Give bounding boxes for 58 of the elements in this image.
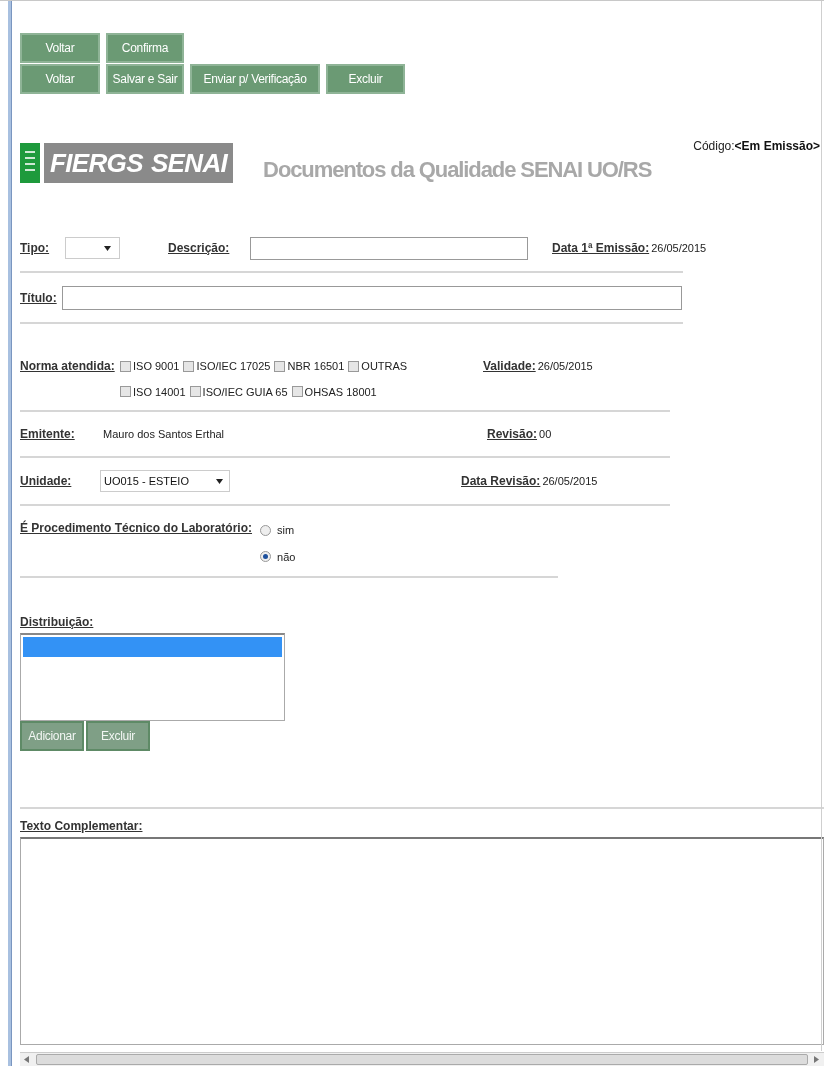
- field-value: Mauro dos Santos Erthal: [103, 426, 226, 442]
- field-label: Revisão:: [487, 426, 538, 443]
- checkbox[interactable]: [120, 386, 131, 398]
- field-label: Descrição:: [168, 240, 231, 257]
- distribution-list[interactable]: [20, 633, 285, 721]
- field-value: 00: [539, 426, 552, 442]
- horizontal-scrollbar[interactable]: [20, 1052, 824, 1066]
- radio-button[interactable]: [260, 551, 272, 563]
- action-button[interactable]: Salvar e Sair: [106, 64, 184, 94]
- checkbox[interactable]: [120, 360, 131, 372]
- checkbox-label: ISO/IEC 17025: [196, 359, 271, 374]
- action-button[interactable]: Voltar: [20, 33, 100, 63]
- logo-mark-icon: [20, 143, 40, 183]
- radio-label: não: [277, 549, 296, 565]
- page-title: Documentos da Qualidade SENAI UO/RS: [263, 156, 652, 184]
- checkbox[interactable]: [274, 360, 286, 372]
- caret-icon: [104, 245, 111, 251]
- code-value: <Em Emissão>: [734, 138, 820, 155]
- checkbox-label: OUTRAS: [361, 359, 408, 374]
- checkbox-label: NBR 16501: [287, 359, 345, 374]
- field-label: Tipo:: [20, 240, 51, 257]
- logo-word: FIERGS: [50, 150, 143, 176]
- action-button[interactable]: Excluir: [326, 64, 405, 94]
- checkbox-label: ISO 14001: [133, 384, 186, 400]
- field-value: 26/05/2015: [651, 240, 707, 256]
- field-value: 26/05/2015: [542, 473, 598, 489]
- field-label: Texto Complementar:: [20, 818, 144, 835]
- radio-button[interactable]: [260, 524, 272, 536]
- action-button[interactable]: Confirma: [106, 33, 184, 63]
- field-label: Distribuição:: [20, 614, 94, 631]
- code-label: Código:: [693, 138, 735, 155]
- field-label: Emitente:: [20, 426, 76, 443]
- scroll-right-icon[interactable]: [814, 1056, 820, 1063]
- field-label: Norma atendida:: [20, 358, 115, 374]
- action-button[interactable]: Voltar: [20, 64, 100, 94]
- field-label: Validade:: [483, 358, 536, 374]
- description-field[interactable]: [250, 236, 528, 260]
- field-label: Unidade:: [20, 473, 73, 490]
- field-label: É Procedimento Técnico do Laboratório:: [20, 520, 253, 537]
- checkbox-label: OHSAS 18001: [304, 384, 377, 400]
- caret-icon: [216, 478, 223, 484]
- unit-select[interactable]: UO015 - ESTEIO: [100, 470, 230, 492]
- checkbox-label: ISO/IEC GUIA 65: [202, 384, 288, 400]
- scroll-left-icon[interactable]: [24, 1056, 30, 1063]
- radio-label: sim: [277, 523, 295, 538]
- checkbox[interactable]: [348, 360, 360, 372]
- field-value: 26/05/2015: [537, 359, 593, 374]
- checkbox[interactable]: [183, 360, 195, 372]
- type-select[interactable]: [65, 237, 120, 259]
- checkbox[interactable]: [291, 386, 303, 398]
- logo-word: SENAI: [150, 150, 228, 176]
- checkbox[interactable]: [189, 386, 201, 398]
- title-field[interactable]: [62, 286, 682, 310]
- field-label: Título:: [20, 290, 58, 307]
- checkbox-label: ISO 9001: [133, 359, 180, 374]
- field-label: Data 1ª Emissão:: [552, 240, 650, 257]
- action-button[interactable]: Enviar p/ Verificação: [190, 64, 320, 94]
- field-label: Data Revisão:: [461, 473, 541, 490]
